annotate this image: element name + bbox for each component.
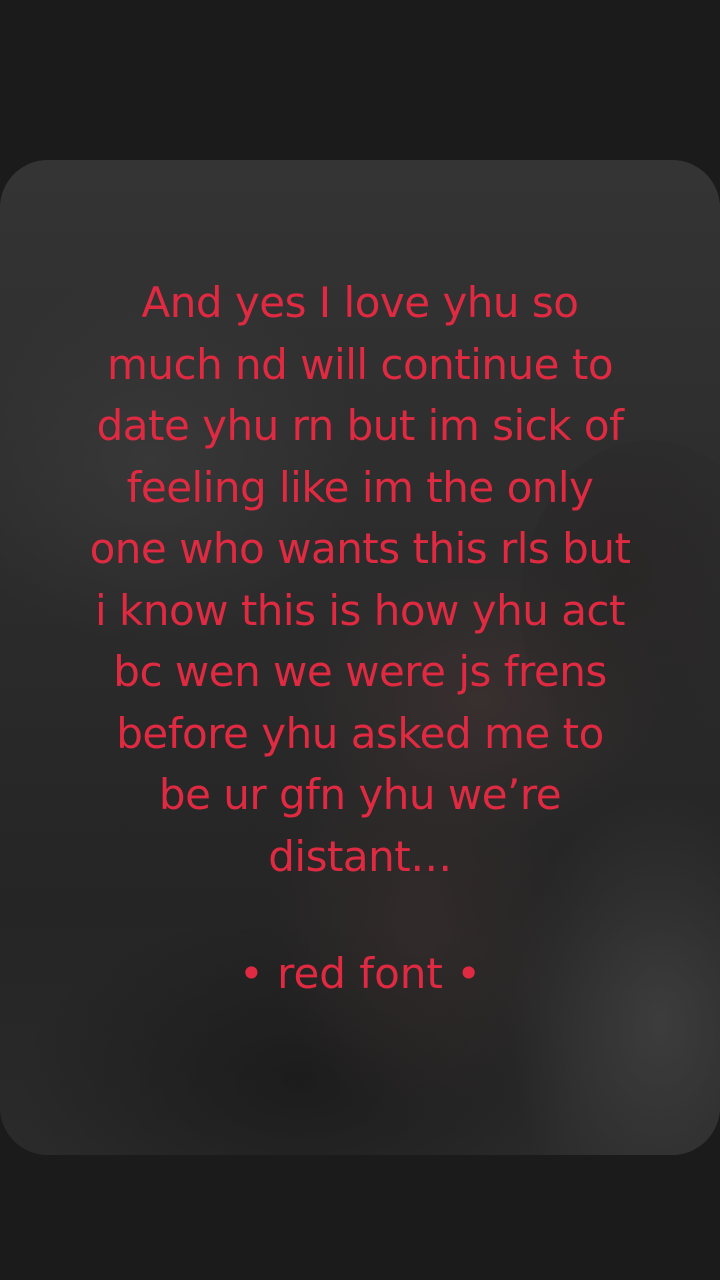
font-tag: • red font • — [238, 949, 481, 998]
caption-line: be ur gfn yhu we’re — [158, 770, 562, 819]
caption-line: much nd will continue to — [106, 339, 614, 389]
caption-line: i know this is how yhu act — [94, 585, 626, 635]
screen: And yes I love yhu so much nd will conti… — [0, 0, 720, 1280]
caption-line: before yhu asked me to — [116, 708, 604, 758]
caption-line: feeling like im the only — [126, 462, 594, 512]
caption-line: date yhu rn but im sick of — [96, 401, 624, 450]
caption-line: And yes I love yhu so — [141, 278, 579, 327]
caption-line: bc wen we were js frens — [113, 647, 607, 696]
caption-text: And yes I love yhu so much nd will conti… — [40, 272, 680, 887]
caption-line: distant… — [268, 831, 452, 881]
caption-line: one who wants this rls but — [89, 524, 631, 573]
